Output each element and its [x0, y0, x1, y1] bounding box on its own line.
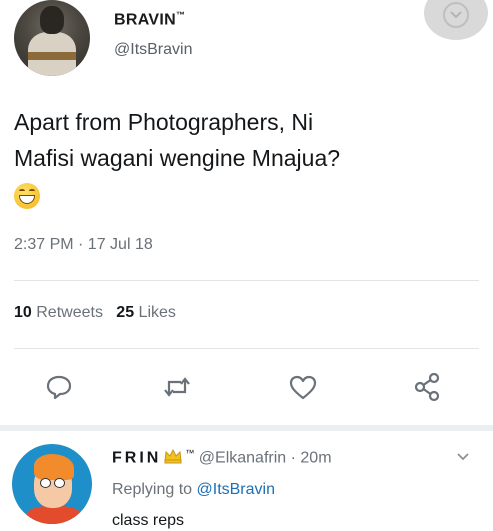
reply-author-name[interactable]: FRIN	[112, 449, 161, 466]
tweet-actions	[0, 370, 493, 404]
tweet-menu-button[interactable]	[424, 0, 488, 40]
replying-to-link[interactable]: @ItsBravin	[197, 481, 275, 498]
reply-time: · 20m	[286, 449, 332, 467]
crown-icon	[164, 449, 182, 464]
avatar-eye-left	[40, 478, 51, 488]
likes-stat[interactable]: 25 Likes	[116, 304, 176, 321]
emoji-eye-right	[29, 189, 35, 193]
author-display-name[interactable]: BRAVIN™	[114, 10, 185, 29]
section-divider	[0, 425, 493, 431]
reply-tm-mark: ™	[185, 448, 195, 458]
tweet-text-line-2: Mafisi wagani wengine Mnajua?	[14, 145, 341, 171]
avatar-figure-face	[40, 6, 64, 34]
retweets-label: Retweets	[36, 304, 103, 321]
author-name-text: BRAVIN	[114, 11, 176, 29]
tweet-timestamp[interactable]: 2:37 PM · 17 Jul 18	[14, 236, 153, 254]
avatar-figure-belt	[28, 52, 76, 60]
tweet-text-line-1: Apart from Photographers, Ni	[14, 109, 314, 135]
author-handle[interactable]: @ItsBravin	[114, 41, 192, 59]
likes-label: Likes	[138, 304, 176, 321]
divider	[14, 280, 479, 281]
avatar-figure-hair	[34, 454, 74, 480]
reply-author-avatar[interactable]	[12, 444, 92, 524]
tweet-header: BRAVIN™ @ItsBravin	[0, 0, 493, 88]
avatar-figure-eyes	[40, 478, 68, 488]
avatar-figure-shirt	[26, 506, 82, 524]
grinning-emoji-icon	[14, 183, 40, 209]
replying-prefix: Replying to	[112, 481, 197, 498]
emoji-eye-left	[19, 189, 25, 193]
tweet-text: Apart from Photographers, Ni Mafisi waga…	[14, 104, 484, 176]
divider	[14, 348, 479, 349]
likes-count: 25	[116, 304, 135, 321]
replying-to-line: Replying to @ItsBravin	[112, 481, 275, 499]
reply-header: FRIN ™ @Elkanafrin · 20m	[112, 448, 332, 467]
share-icon	[414, 372, 440, 402]
chevron-down-icon	[450, 11, 462, 19]
reply-icon	[46, 375, 72, 400]
reply-button[interactable]	[42, 370, 76, 404]
avatar-eye-right	[54, 478, 65, 488]
emoji-mouth	[19, 195, 35, 204]
retweets-count: 10	[14, 304, 32, 321]
retweets-stat[interactable]: 10 Retweets	[14, 304, 103, 321]
retweet-icon	[164, 377, 190, 397]
retweet-button[interactable]	[160, 370, 194, 404]
chevron-down-icon[interactable]	[456, 452, 470, 462]
share-button[interactable]	[410, 370, 444, 404]
author-avatar[interactable]	[14, 0, 90, 76]
tweet-stats: 10 Retweets 25 Likes	[14, 304, 176, 322]
author-tm-mark: ™	[175, 10, 186, 20]
reply-author-handle[interactable]: @Elkanafrin	[199, 449, 286, 466]
like-button[interactable]	[286, 370, 320, 404]
tweet-detail-screen: BRAVIN™ @ItsBravin Apart from Photograph…	[0, 0, 493, 531]
reply-text: class reps	[112, 512, 185, 529]
heart-icon	[289, 375, 317, 400]
